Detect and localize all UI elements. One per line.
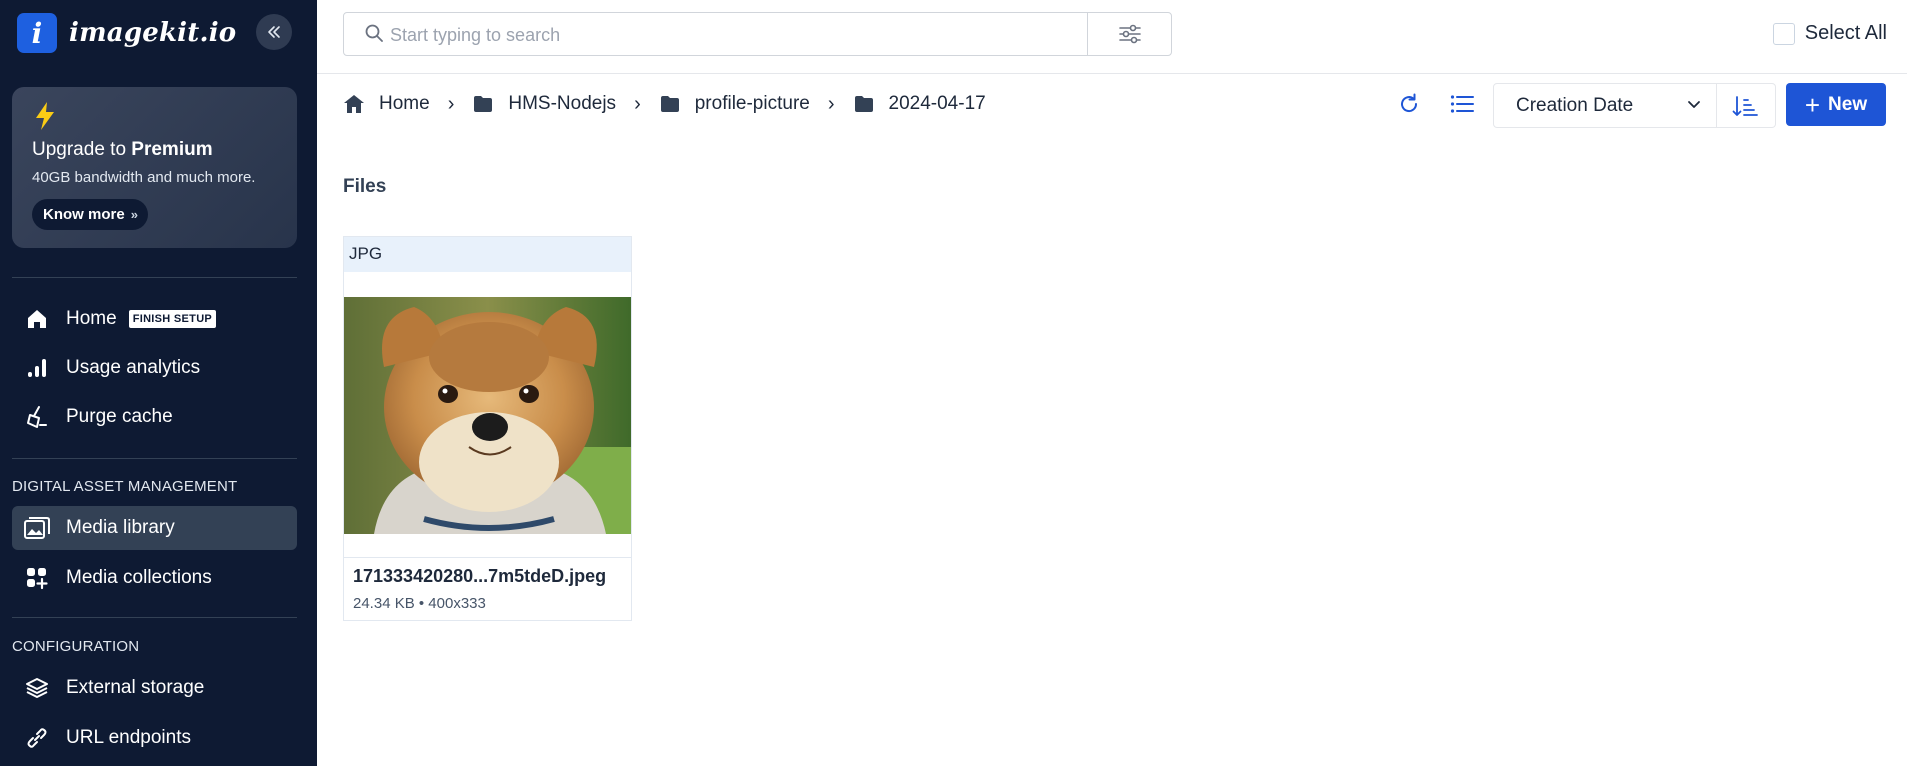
breadcrumb-item-current[interactable]: 2024-04-17 [853,93,986,115]
list-view-button[interactable] [1446,88,1478,120]
file-card[interactable]: JPG 171333420280...7m5tdeD.jpeg 24.34 KB… [343,236,632,621]
file-thumbnail[interactable] [344,297,631,534]
sidebar: i imagekit.io Upgrade to Premium 40GB ba… [0,0,317,766]
brand-name: imagekit.io [69,18,237,48]
layers-icon [24,675,50,701]
lightning-icon [36,102,54,130]
sort-by-select[interactable]: Creation Date [1493,83,1717,128]
file-type-label: JPG [349,244,383,263]
sidebar-divider [12,617,297,618]
select-all-control[interactable]: Select All [1772,22,1887,45]
link-icon [24,725,50,751]
breadcrumb-separator: › [447,92,455,115]
folder-icon [853,93,875,115]
sidebar-item-label: Media collections [66,567,212,588]
know-more-label: Know more [43,206,125,223]
filter-button[interactable] [1088,13,1171,55]
sidebar-item-media-collections[interactable]: Media collections [12,556,297,600]
plus-icon: + [1804,89,1821,120]
card-divider [344,557,631,558]
sidebar-item-url-endpoints[interactable]: URL endpoints [12,716,297,760]
sidebar-divider [12,458,297,459]
sidebar-item-label: URL endpoints [66,727,191,748]
breadcrumb-item[interactable]: profile-picture [659,93,810,115]
breadcrumb-label: 2024-04-17 [888,93,986,114]
breadcrumb: Home › HMS-Nodejs › profile-picture › 20… [343,91,986,117]
home-icon [24,306,50,332]
sidebar-item-purge-cache[interactable]: Purge cache [12,395,297,439]
sidebar-item-label: Home [66,308,117,329]
breadcrumb-home[interactable]: Home [343,93,430,115]
breadcrumb-item[interactable]: HMS-Nodejs [472,93,616,115]
breadcrumb-label: profile-picture [694,93,810,114]
search-icon [364,23,384,48]
sort-ascending-icon [1732,95,1758,116]
breadcrumb-separator: › [634,92,641,115]
brand-logo[interactable]: i imagekit.io [17,13,236,53]
file-name: 171333420280...7m5tdeD.jpeg [353,566,607,586]
folder-icon [659,93,681,115]
new-button[interactable]: + New [1786,83,1886,126]
double-chevron-right-icon: » [130,207,138,222]
promo-subtitle: 40GB bandwidth and much more. [32,169,256,186]
list-icon [1450,95,1474,113]
finish-setup-badge: FINISH SETUP [128,310,217,328]
search-box [343,12,1172,56]
select-all-checkbox[interactable] [1772,22,1795,45]
refresh-button[interactable] [1393,88,1425,120]
breadcrumb-separator: › [827,92,835,115]
file-type-header: JPG [344,237,631,272]
search-input[interactable] [388,22,1032,48]
broom-icon [24,404,50,430]
sidebar-item-media-library[interactable]: Media library [12,506,297,550]
sort-by-value: Creation Date [1516,94,1634,116]
sidebar-divider [12,277,297,278]
sidebar-item-label: Media library [66,517,175,538]
sidebar-item-label: External storage [66,677,205,698]
sliders-icon [1118,24,1141,44]
sort-direction-button[interactable] [1715,83,1776,128]
sidebar-item-usage-analytics[interactable]: Usage analytics [12,346,297,390]
sidebar-item-external-storage[interactable]: External storage [12,666,297,710]
breadcrumb-label: HMS-Nodejs [508,93,617,114]
sidebar-item-label: Purge cache [66,406,173,427]
files-section-heading: Files [343,176,387,197]
section-title-dam: DIGITAL ASSET MANAGEMENT [12,478,238,495]
sidebar-item-home[interactable]: Home FINISH SETUP [12,297,297,341]
new-button-label: New [1828,93,1868,115]
collections-icon [24,565,50,591]
chevron-down-icon [1688,101,1700,108]
folder-icon [472,93,494,115]
bar-chart-icon [24,355,50,381]
top-bar: Select All [317,0,1907,74]
home-icon [343,93,365,115]
file-meta: 24.34 KB • 400x333 [353,595,486,612]
promo-title: Upgrade to Premium [32,139,213,160]
refresh-icon [1401,93,1418,113]
select-all-label: Select All [1804,22,1887,44]
section-title-configuration: CONFIGURATION [12,638,140,655]
upgrade-promo-card: Upgrade to Premium 40GB bandwidth and mu… [12,87,297,248]
dog-photo-thumbnail [344,297,631,534]
double-chevron-left-icon [268,26,280,38]
know-more-button[interactable]: Know more » [32,199,148,230]
logo-mark: i [17,13,57,53]
sidebar-item-label: Usage analytics [66,357,201,378]
collapse-sidebar-button[interactable] [256,14,292,50]
image-gallery-icon [24,515,50,541]
breadcrumb-label: Home [379,93,430,114]
